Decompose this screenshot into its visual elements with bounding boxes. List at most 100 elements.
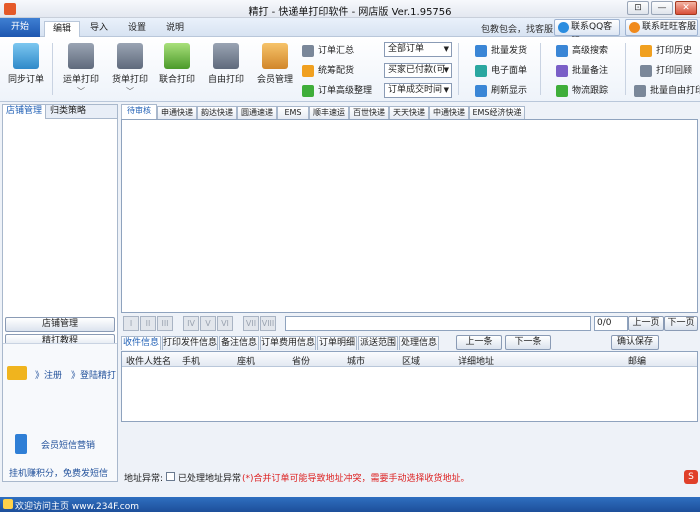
restore-button[interactable]: ⊡	[627, 1, 649, 15]
tab-delivery-range[interactable]: 派送范围	[358, 336, 398, 350]
chevron-down-icon[interactable]: ﹀	[108, 86, 152, 97]
tab-yunda-express[interactable]: 韵达快递	[197, 106, 237, 119]
home-icon	[3, 499, 13, 509]
minimize-button[interactable]: —	[651, 1, 673, 15]
qq-service-button[interactable]: 联系QQ客服	[554, 19, 620, 47]
e-waybill-button[interactable]: 电子面单	[475, 64, 527, 78]
column-header[interactable]: 收件人姓名	[126, 354, 171, 367]
sms-marketing-link[interactable]: 会员短信营销	[41, 438, 95, 451]
batch-note-label: 批量备注	[572, 66, 609, 76]
tab-tiantian-express[interactable]: 天天快递	[389, 106, 429, 119]
column-header[interactable]: 详细地址	[458, 354, 494, 367]
batch-ship-button[interactable]: 批量发货	[475, 44, 527, 58]
tab-sto-express[interactable]: 申通快递	[157, 106, 197, 119]
column-header[interactable]: 手机	[182, 354, 200, 367]
toolbar-divider	[625, 43, 626, 95]
menu-tab-import[interactable]: 导入	[84, 21, 114, 37]
goods-print-label: 货单打印	[111, 75, 148, 85]
wangwang-service-button[interactable]: 联系旺旺客服	[625, 19, 698, 36]
batch-note-button[interactable]: 批量备注	[556, 64, 608, 78]
tab-ems[interactable]: EMS	[277, 106, 309, 119]
chevron-down-icon[interactable]: ﹀	[59, 86, 103, 97]
address-handled-checkbox[interactable]	[166, 472, 175, 481]
column-header[interactable]: 座机	[237, 354, 255, 367]
pager-tool-8[interactable]: VIII	[260, 316, 276, 331]
tab-sender-info[interactable]: 打印发件信息	[162, 336, 218, 350]
tab-yto-express[interactable]: 圆通速递	[237, 106, 277, 119]
pager-tool-1[interactable]: I	[123, 316, 139, 331]
combined-print-icon	[164, 43, 190, 69]
tab-zto-express[interactable]: 中通快递	[429, 106, 469, 119]
close-button[interactable]: ✕	[675, 1, 697, 15]
column-header[interactable]: 省份	[292, 354, 310, 367]
tab-shop-management[interactable]: 店铺管理	[3, 105, 47, 119]
time-filter-select[interactable]: 订单成交时间 ▼	[384, 83, 452, 98]
users-icon	[262, 43, 288, 69]
tab-best-express[interactable]: 百世快递	[349, 106, 389, 119]
page-number-field[interactable]: 0/0	[594, 316, 628, 331]
pager-tool-3[interactable]: III	[157, 316, 173, 331]
order-summary-button[interactable]: 订单汇总	[302, 44, 354, 58]
order-list[interactable]	[121, 119, 698, 313]
print-history-button[interactable]: 打印历史	[640, 44, 692, 58]
waybill-print-button[interactable]: 运单打印 ﹀	[59, 41, 103, 97]
waybill-print-label: 运单打印	[62, 75, 99, 85]
column-header[interactable]: 区域	[402, 354, 420, 367]
combined-print-button[interactable]: 联合打印	[155, 41, 199, 85]
menu-tab-edit[interactable]: 编辑	[44, 21, 80, 37]
tab-process-info[interactable]: 处理信息	[399, 336, 439, 350]
free-sms-link[interactable]: 挂机赚积分，免费发短信	[9, 466, 108, 479]
tab-classification-strategy[interactable]: 归类策略	[47, 105, 89, 119]
column-header[interactable]: 城市	[347, 354, 365, 367]
tab-recipient-info[interactable]: 收件信息	[121, 336, 161, 350]
menu-tab-settings[interactable]: 设置	[122, 21, 152, 37]
prev-item-button[interactable]: 上一条	[456, 335, 502, 350]
next-page-button[interactable]: 下一页	[664, 316, 698, 331]
pager-tool-5[interactable]: V	[200, 316, 216, 331]
e-waybill-label: 电子面单	[491, 66, 528, 76]
status-text[interactable]: 欢迎访问主页 www.234F.com	[15, 499, 139, 512]
clock-icon	[640, 45, 652, 57]
advanced-search-button[interactable]: 高级搜索	[556, 44, 608, 58]
pager-tool-2[interactable]: II	[140, 316, 156, 331]
pager-tool-6[interactable]: VI	[217, 316, 233, 331]
print-review-button[interactable]: 打印回顾	[640, 64, 692, 78]
next-item-button[interactable]: 下一条	[505, 335, 551, 350]
pager-tool-4[interactable]: IV	[183, 316, 199, 331]
register-link[interactable]: 》注册	[35, 368, 62, 381]
confirm-save-button[interactable]: 确认保存	[611, 335, 659, 350]
payment-filter-select[interactable]: 买家已付款(可 ▼	[384, 63, 452, 78]
shop-management-button[interactable]: 店铺管理	[5, 317, 115, 332]
member-mgmt-button[interactable]: 会员管理	[253, 41, 297, 85]
tab-notes-info[interactable]: 备注信息	[219, 336, 259, 350]
search-input[interactable]	[285, 316, 591, 331]
recipient-table[interactable]: 收件人姓名 手机 座机 省份 城市 区域 详细地址 邮编	[121, 351, 698, 422]
column-header[interactable]: 邮编	[628, 354, 646, 367]
goods-print-button[interactable]: 货单打印 ﹀	[108, 41, 152, 97]
tab-sf-express[interactable]: 顺丰速运	[309, 106, 349, 119]
left-panel-tabs: 店铺管理 归类策略	[3, 105, 117, 119]
order-filter-select[interactable]: 全部订单 ▼	[384, 42, 452, 57]
prev-page-button[interactable]: 上一页	[628, 316, 664, 331]
free-print-button[interactable]: 自由打印	[204, 41, 248, 85]
logistics-track-button[interactable]: 物流跟踪	[556, 84, 608, 98]
tab-pending-review[interactable]: 待审核	[121, 104, 157, 119]
note-icon	[556, 65, 568, 77]
login-link[interactable]: 》登陆精打	[71, 368, 116, 381]
order-advanced-button[interactable]: 订单高级整理	[302, 84, 372, 98]
batch-free-print-button[interactable]: 批量自由打印	[634, 84, 700, 98]
sync-orders-button[interactable]: 同步订单	[4, 41, 48, 85]
distribution-button[interactable]: 统筹配货	[302, 64, 354, 78]
pager-tool-7[interactable]: VII	[243, 316, 259, 331]
free-print-label: 自由打印	[207, 75, 244, 85]
address-handled-label: 已处理地址异常	[178, 474, 242, 484]
menu-tab-help[interactable]: 说明	[160, 21, 190, 37]
tab-fee-info[interactable]: 订单费用信息	[260, 336, 316, 350]
tab-ems-economy[interactable]: EMS经济快递	[469, 106, 525, 119]
ime-icon[interactable]: S	[684, 470, 698, 484]
tab-order-detail[interactable]: 订单明细	[317, 336, 357, 350]
start-menu-button[interactable]: 开始	[0, 18, 40, 37]
refresh-button[interactable]: 刷新显示	[475, 84, 527, 98]
batch-ship-label: 批量发货	[491, 46, 528, 56]
distribution-label: 统筹配货	[318, 66, 355, 76]
